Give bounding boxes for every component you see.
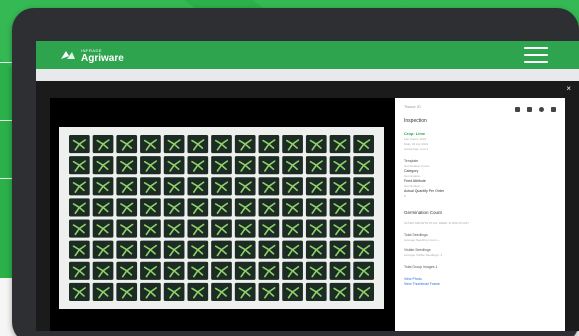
field-value: Germination —: [404, 184, 425, 188]
seedling-label: Total Seedlings: [404, 233, 428, 237]
meta-line: Actual Age: Low 3: [404, 147, 429, 151]
view-photo-link[interactable]: View Photo: [404, 277, 556, 281]
germination-note: AFTER GROWTH PLAN. WEEK 11 BAD PLANT: [404, 221, 469, 225]
meta-line: Lab Count: 1024: [404, 137, 427, 141]
close-icon[interactable]: ×: [566, 85, 571, 93]
brand-logo-name: Agriware: [81, 53, 124, 64]
seedling-label: Visible Seedlings: [404, 248, 431, 252]
field-value: Germination Count: [404, 164, 430, 168]
brand-logo[interactable]: INFRADE Agriware: [81, 49, 124, 65]
image-viewer: [50, 98, 395, 331]
field-label: Actual Quantity Per Order: [404, 189, 445, 193]
field-label: Template: [404, 159, 419, 163]
field-value: 5: [404, 194, 406, 198]
leaf-logo-icon: [61, 51, 75, 59]
tablet-frame: INFRADE Agriware × Tissue ID Inspection …: [12, 8, 579, 336]
app-header: INFRADE Agriware: [36, 41, 579, 69]
delete-icon[interactable]: [551, 107, 556, 112]
field-label: Category: [404, 169, 419, 173]
refresh-icon[interactable]: [539, 107, 544, 112]
hamburger-icon[interactable]: [524, 47, 548, 63]
tablet-screen: INFRADE Agriware × Tissue ID Inspection …: [36, 41, 579, 331]
field-label: Feed Attribute: [404, 179, 426, 183]
download-icon[interactable]: [527, 107, 532, 112]
modal-overlay: × Tissue ID Inspection Crop: Lime Lab Co…: [36, 81, 579, 331]
seedling-value: Average Visible Seedlings: 3: [404, 253, 443, 257]
sub-header-bar: [36, 69, 579, 81]
meta-line: Date: 01 Apr 2021: [404, 142, 429, 146]
camera-icon[interactable]: [515, 107, 520, 112]
seedling-value: Average Seedling Count —: [404, 238, 441, 242]
total-group-images: Total Group Images 1: [404, 265, 438, 269]
inspection-heading: Inspection: [404, 118, 427, 124]
details-toolbar: [515, 107, 556, 112]
germination-heading: Germination Count: [404, 210, 442, 215]
crop-label: Crop: Lime: [404, 131, 426, 136]
details-panel: Tissue ID Inspection Crop: Lime Lab Coun…: [395, 98, 565, 331]
field-value: Germination: [404, 174, 421, 178]
view-thumbnail-link[interactable]: View Thumbnail Frame: [404, 282, 556, 286]
seedling-tray-photo: [59, 127, 384, 309]
